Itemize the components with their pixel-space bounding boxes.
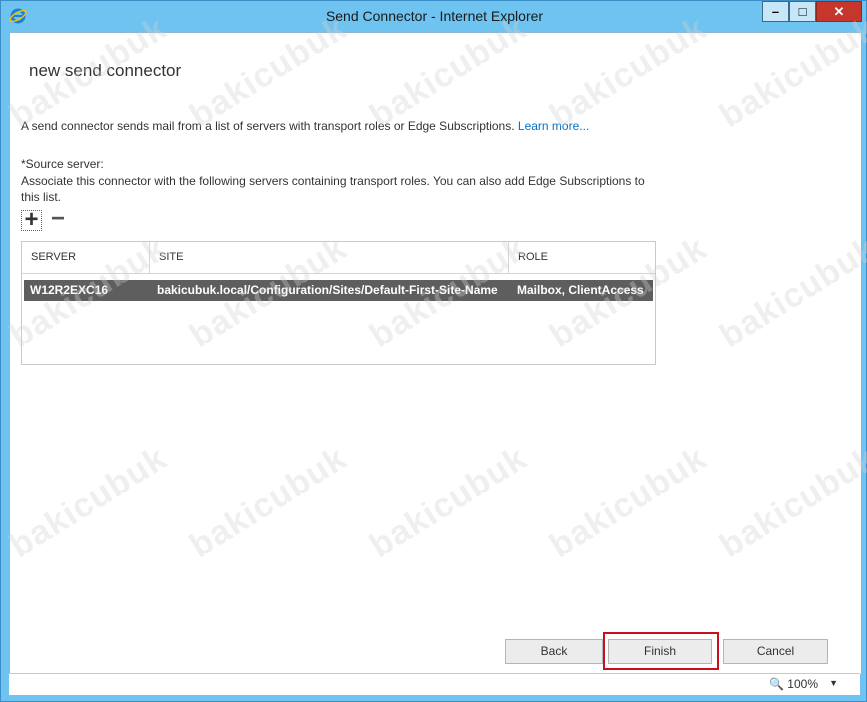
zoom-icon: 🔍 xyxy=(769,677,784,691)
maximize-button[interactable]: □ xyxy=(789,1,816,22)
zoom-value: 100% xyxy=(787,677,818,691)
finish-button[interactable]: Finish xyxy=(608,639,712,664)
remove-server-button[interactable]: − xyxy=(49,207,67,231)
column-header-server[interactable]: SERVER xyxy=(22,242,150,273)
table-row[interactable]: W12R2EXC16 bakicubuk.local/Configuration… xyxy=(24,280,653,301)
status-bar: 🔍 100% ▼ xyxy=(9,673,860,695)
column-header-role[interactable]: ROLE xyxy=(509,242,655,273)
watermark-text: bakicubuk xyxy=(3,439,174,566)
description-body: A send connector sends mail from a list … xyxy=(21,119,515,133)
content-area: new send connector A send connector send… xyxy=(3,9,867,675)
page-title: new send connector xyxy=(29,61,182,80)
watermark-text: bakicubuk xyxy=(713,439,867,566)
back-button[interactable]: Back xyxy=(505,639,603,664)
cell-server: W12R2EXC16 xyxy=(30,283,109,297)
watermark-text: bakicubuk xyxy=(543,439,714,566)
zoom-level[interactable]: 🔍 100% xyxy=(769,677,818,691)
zoom-dropdown-icon[interactable]: ▼ xyxy=(829,678,838,688)
cell-site: bakicubuk.local/Configuration/Sites/Defa… xyxy=(157,283,498,297)
source-server-label: *Source server: xyxy=(21,157,104,171)
watermark-text: bakicubuk xyxy=(363,439,534,566)
description-text: A send connector sends mail from a list … xyxy=(21,119,589,133)
title-bar[interactable]: Send Connector - Internet Explorer – □ ✕ xyxy=(1,1,867,31)
source-server-help: Associate this connector with the follow… xyxy=(21,174,645,204)
window-title: Send Connector - Internet Explorer xyxy=(325,8,544,24)
table-header: SERVER SITE ROLE xyxy=(22,242,655,274)
ie-window: Send Connector - Internet Explorer – □ ✕… xyxy=(0,0,867,702)
close-button[interactable]: ✕ xyxy=(816,1,862,22)
source-server-table: SERVER SITE ROLE W12R2EXC16 bakicubuk.lo… xyxy=(21,241,656,365)
watermark-text: bakicubuk xyxy=(713,229,867,356)
column-header-site[interactable]: SITE xyxy=(150,242,509,273)
learn-more-link[interactable]: Learn more... xyxy=(518,119,589,133)
minimize-button[interactable]: – xyxy=(762,1,789,22)
cancel-button[interactable]: Cancel xyxy=(723,639,828,664)
cell-role: Mailbox, ClientAccess xyxy=(517,283,644,297)
add-server-button[interactable]: + xyxy=(21,208,42,232)
watermark-text: bakicubuk xyxy=(183,439,354,566)
